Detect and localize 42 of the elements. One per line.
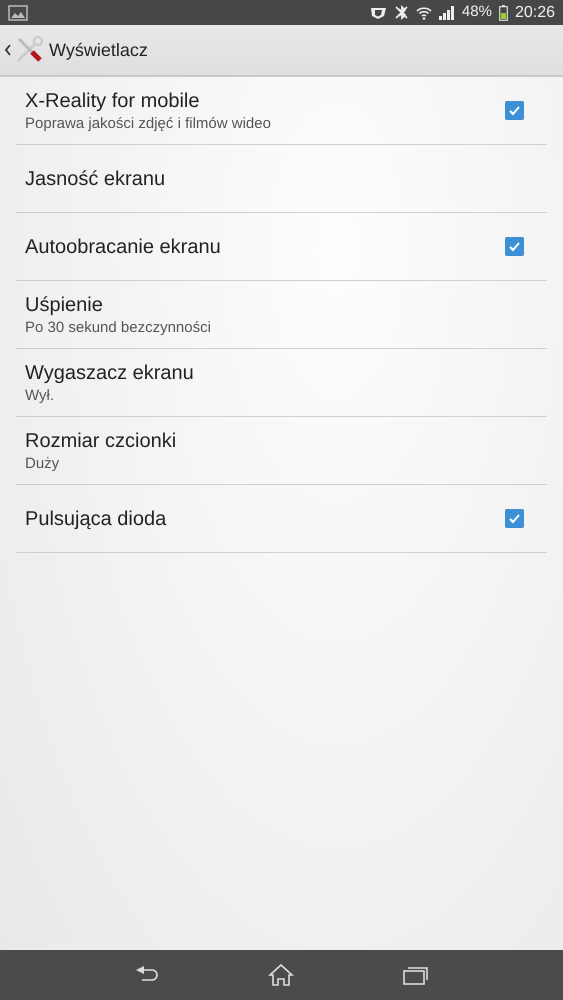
item-summary: Po 30 sekund bezczynności xyxy=(25,318,212,338)
checkmark-icon xyxy=(508,104,521,117)
item-title: Uśpienie xyxy=(25,292,104,318)
checkmark-icon xyxy=(508,240,521,253)
signal-icon xyxy=(438,6,455,20)
item-title: Jasność ekranu xyxy=(25,166,166,192)
home-icon xyxy=(268,963,294,987)
bluetooth-off-icon xyxy=(394,5,409,20)
picture-icon xyxy=(8,4,28,20)
back-button[interactable] xyxy=(4,35,44,65)
item-title: Pulsująca dioda xyxy=(25,506,168,532)
recent-apps-icon xyxy=(402,965,429,985)
settings-item[interactable]: Wygaszacz ekranu Wył. xyxy=(16,349,547,417)
settings-item[interactable]: Uśpienie Po 30 sekund bezczynności xyxy=(16,281,547,349)
item-summary: Wył. xyxy=(25,386,56,406)
shield-icon xyxy=(370,6,387,20)
item-title: X-Reality for mobile xyxy=(25,88,201,114)
wifi-icon xyxy=(416,6,432,20)
checkbox[interactable] xyxy=(505,101,524,120)
settings-item[interactable]: X-Reality for mobile Poprawa jakości zdjęć i filmów wideo xyxy=(16,77,547,145)
back-icon xyxy=(134,966,160,984)
tools-icon xyxy=(14,35,44,65)
home-button[interactable] xyxy=(268,963,294,987)
back-nav-button[interactable] xyxy=(134,966,160,984)
battery-percent: 48% xyxy=(462,2,492,22)
item-title: Rozmiar czcionki xyxy=(25,428,178,454)
item-title: Wygaszacz ekranu xyxy=(25,360,195,386)
item-summary: Poprawa jakości zdjęć i filmów wideo xyxy=(25,114,272,134)
settings-item[interactable]: Autoobracanie ekranu xyxy=(16,213,547,281)
checkbox[interactable] xyxy=(505,237,524,256)
settings-item[interactable]: Rozmiar czcionki Duży xyxy=(16,417,547,485)
settings-item[interactable]: Jasność ekranu xyxy=(16,145,547,213)
battery-icon xyxy=(498,4,508,20)
settings-item[interactable]: Pulsująca dioda xyxy=(16,485,547,553)
checkbox[interactable] xyxy=(505,509,524,528)
item-title: Autoobracanie ekranu xyxy=(25,234,222,260)
checkmark-icon xyxy=(508,512,521,525)
clock: 20:26 xyxy=(514,2,555,22)
recent-apps-button[interactable] xyxy=(402,965,429,985)
chevron-left-icon xyxy=(4,44,12,56)
screen-title: Wyświetlacz xyxy=(49,38,148,62)
item-summary: Duży xyxy=(25,454,60,474)
